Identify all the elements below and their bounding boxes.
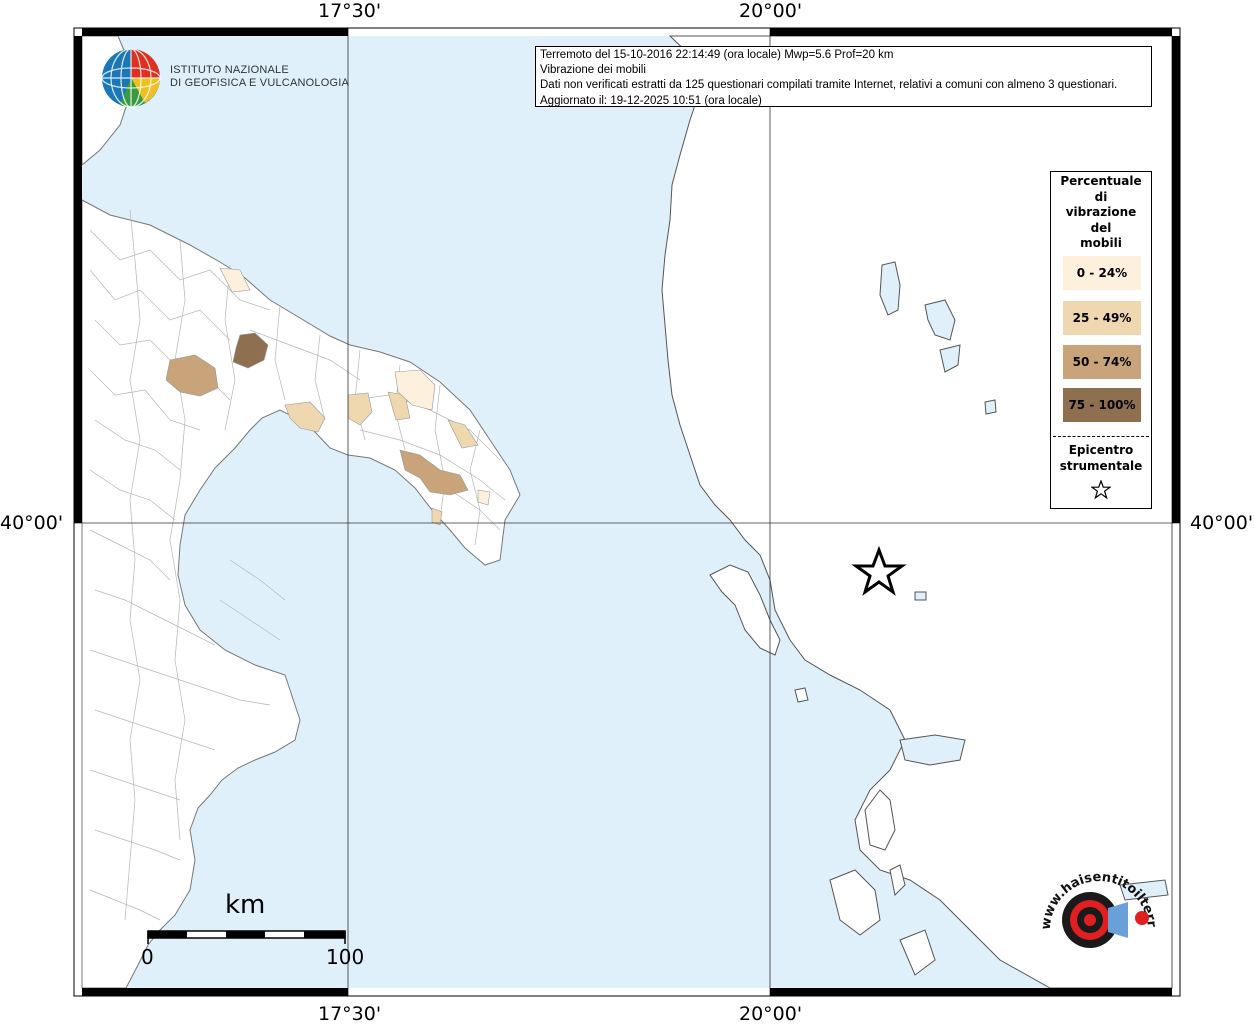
municipality-class-0 — [477, 489, 491, 506]
haisentito-logo-icon: www.haisentitoilterremoto.it — [1030, 860, 1159, 948]
legend-class-0-24: 0 - 24% — [1063, 256, 1141, 290]
scale-end: 100 — [326, 945, 365, 969]
star-icon — [1091, 480, 1111, 500]
lat-label-right-40-00: 40°00' — [1190, 512, 1254, 534]
event-info-line: Vibrazione dei mobili — [540, 64, 646, 77]
lon-label-top-20-00: 20°00' — [739, 0, 803, 22]
lon-label-bottom-20-00: 20°00' — [739, 1003, 803, 1025]
ingv-globe-icon — [101, 48, 161, 108]
legend-separator — [1053, 436, 1149, 437]
legend: Percentuale di vibrazione del mobili 0 -… — [1050, 171, 1152, 509]
legend-title: Percentuale di vibrazione del mobili — [1060, 174, 1142, 250]
scale-start: 0 — [141, 945, 154, 969]
event-info-line: Aggiornato il: 19-12-2025 10:51 (ora loc… — [540, 94, 762, 107]
institute-name: ISTITUTO NAZIONALE DI GEOFISICA E VULCAN… — [170, 64, 349, 89]
legend-class-75-100: 75 - 100% — [1063, 388, 1141, 422]
event-info-box: Terremoto del 15-10-2016 22:14:49 (ora l… — [535, 46, 1152, 107]
lon-label-top-17-30: 17°30' — [318, 0, 382, 22]
scale-unit: km — [225, 890, 266, 920]
lon-label-bottom-17-30: 17°30' — [318, 1003, 382, 1025]
event-info-line: Dati non verificati estratti da 125 ques… — [540, 79, 1118, 92]
legend-epicenter-label: Epicentro strumentale — [1059, 443, 1143, 473]
lat-label-left-40-00: 40°00' — [0, 512, 64, 534]
legend-class-25-49: 25 - 49% — [1063, 301, 1141, 335]
event-info-line: Terremoto del 15-10-2016 22:14:49 (ora l… — [540, 49, 894, 61]
legend-class-50-74: 50 - 74% — [1063, 345, 1141, 379]
